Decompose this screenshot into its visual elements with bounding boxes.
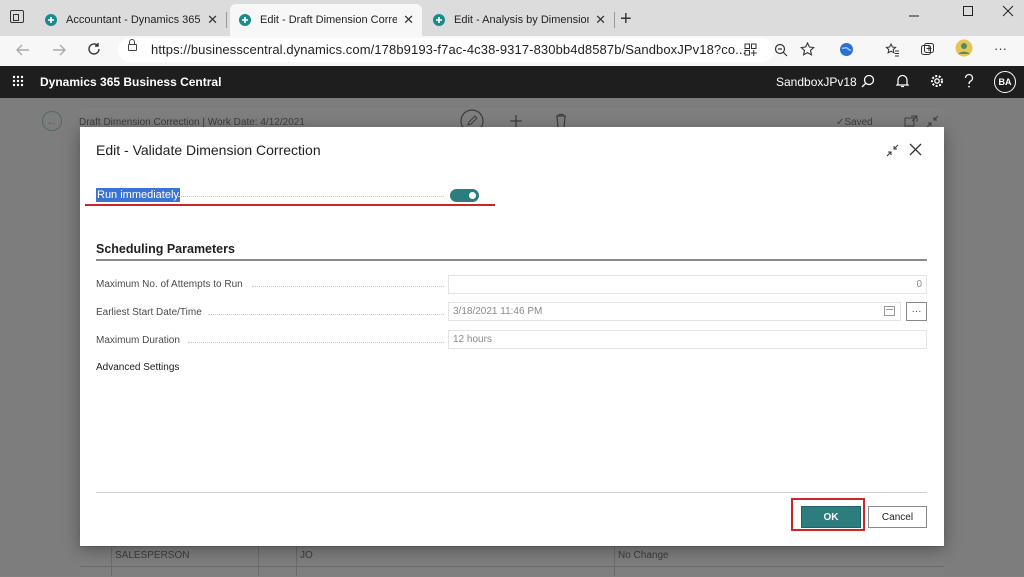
close-dialog-icon[interactable] bbox=[909, 143, 922, 156]
app-available-icon[interactable] bbox=[744, 43, 757, 56]
minimize-icon[interactable] bbox=[908, 10, 920, 22]
profile-avatar-icon[interactable] bbox=[955, 39, 973, 57]
collapse-dialog-icon[interactable] bbox=[886, 144, 899, 157]
table-row bbox=[80, 566, 944, 577]
ellipsis-button[interactable]: ··· bbox=[906, 302, 927, 321]
browser-tab-accountant[interactable]: Accountant - Dynamics 365 Busi ✕ bbox=[36, 4, 226, 36]
table-cell: No Change bbox=[618, 550, 669, 561]
close-icon[interactable]: ✕ bbox=[207, 12, 218, 28]
user-avatar[interactable]: BA bbox=[994, 71, 1016, 93]
browser-tab-analysis[interactable]: Edit - Analysis by Dimensions - D ✕ bbox=[424, 4, 614, 36]
add-icon bbox=[510, 115, 522, 127]
back-arrow-icon[interactable] bbox=[16, 44, 30, 56]
table-col-divider bbox=[111, 546, 112, 576]
close-icon[interactable]: ✕ bbox=[595, 12, 606, 28]
ok-highlight-box bbox=[791, 498, 865, 531]
field-leader-dots bbox=[208, 314, 444, 315]
section-divider bbox=[96, 259, 927, 261]
new-tab-button[interactable]: + bbox=[620, 8, 632, 31]
app-launcher-icon[interactable] bbox=[12, 75, 24, 87]
footer-divider bbox=[96, 492, 927, 493]
back-arrow-icon: ← bbox=[42, 111, 62, 131]
zoom-icon[interactable] bbox=[774, 43, 788, 57]
scheduling-parameters-heading[interactable]: Scheduling Parameters bbox=[96, 242, 235, 256]
lock-icon[interactable] bbox=[128, 39, 137, 51]
maximize-icon[interactable] bbox=[962, 5, 974, 17]
max-attempts-label: Maximum No. of Attempts to Run bbox=[96, 279, 243, 290]
notifications-bell-icon[interactable] bbox=[896, 74, 909, 88]
help-icon[interactable] bbox=[964, 74, 974, 88]
field-leader-dots bbox=[178, 196, 444, 197]
cancel-button[interactable]: Cancel bbox=[868, 506, 927, 528]
table-cell: JO bbox=[300, 550, 313, 561]
close-icon[interactable]: ✕ bbox=[403, 12, 414, 28]
tab-title: Edit - Draft Dimension Correctio bbox=[260, 14, 398, 26]
run-immediately-toggle[interactable] bbox=[450, 189, 479, 202]
field-leader-dots bbox=[252, 286, 444, 287]
favorites-icon[interactable] bbox=[885, 42, 900, 57]
dialog-title: Edit - Validate Dimension Correction bbox=[96, 142, 321, 158]
app-title[interactable]: Dynamics 365 Business Central bbox=[40, 75, 221, 89]
dynamics-icon bbox=[433, 14, 445, 26]
run-immediately-label: Run immediately bbox=[96, 188, 180, 202]
search-icon[interactable] bbox=[861, 74, 875, 88]
tab-separator bbox=[614, 12, 615, 28]
field-leader-dots bbox=[188, 342, 444, 343]
tab-title: Edit - Analysis by Dimensions - D bbox=[454, 14, 589, 26]
advanced-settings-link[interactable]: Advanced Settings bbox=[96, 362, 179, 373]
max-attempts-field[interactable]: 0 bbox=[448, 275, 927, 294]
table-col-divider bbox=[614, 546, 615, 576]
table-row bbox=[80, 546, 944, 567]
earliest-start-field[interactable]: 3/18/2021 11:46 PM bbox=[448, 302, 901, 321]
refresh-icon[interactable] bbox=[87, 42, 101, 56]
table-cell: SALESPERSON bbox=[115, 550, 190, 561]
table-col-divider bbox=[296, 546, 297, 576]
tab-title: Accountant - Dynamics 365 Busi bbox=[66, 14, 201, 26]
max-duration-field[interactable]: 12 hours bbox=[448, 330, 927, 349]
calendar-icon[interactable] bbox=[884, 306, 895, 316]
window-menu-icon[interactable] bbox=[10, 10, 24, 23]
open-new-window-icon bbox=[904, 115, 918, 127]
more-options-icon[interactable]: ··· bbox=[994, 41, 1007, 56]
highlight-underline bbox=[85, 204, 495, 206]
earliest-start-label: Earliest Start Date/Time bbox=[96, 307, 202, 318]
dynamics-icon bbox=[45, 14, 57, 26]
tab-separator bbox=[226, 12, 227, 28]
environment-name[interactable]: SandboxJPv18 bbox=[776, 75, 857, 89]
max-duration-label: Maximum Duration bbox=[96, 335, 180, 346]
favorite-star-icon[interactable] bbox=[800, 42, 815, 57]
collections-icon[interactable] bbox=[920, 42, 935, 57]
extension-globe-icon[interactable] bbox=[839, 42, 854, 57]
browser-tab-draft-dimension[interactable]: Edit - Draft Dimension Correctio ✕ bbox=[230, 4, 422, 36]
settings-gear-icon[interactable] bbox=[930, 74, 944, 88]
forward-arrow-icon[interactable] bbox=[52, 44, 66, 56]
table-col-divider bbox=[258, 546, 259, 576]
url-text[interactable]: https://businesscentral.dynamics.com/178… bbox=[151, 42, 746, 57]
dynamics-icon bbox=[239, 14, 251, 26]
close-window-icon[interactable] bbox=[1002, 5, 1014, 17]
